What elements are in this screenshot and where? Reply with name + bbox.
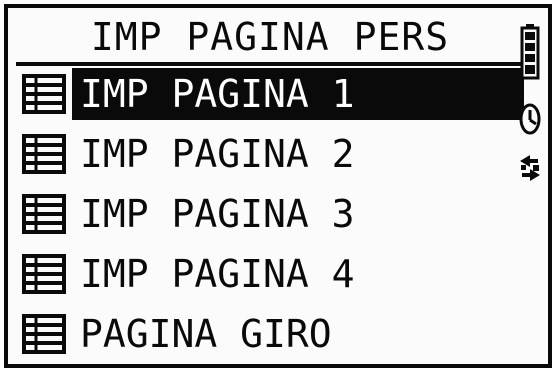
menu-item-imp-pagina-1[interactable]: IMP PAGINA 1 [16,66,524,122]
menu-item-label: IMP PAGINA 3 [80,192,355,236]
menu-item-label: IMP PAGINA 1 [72,68,524,120]
battery-icon [520,24,540,80]
lcd-screen: IMP PAGINA PERS IMP PAGINA 1 IMP PAGINA … [4,4,552,368]
page-layout-icon [22,74,66,114]
page-layout-icon [22,254,66,294]
page-layout-icon [22,314,66,354]
menu-item-label: IMP PAGINA 2 [80,132,355,176]
menu-item-label: PAGINA GIRO [80,312,332,356]
menu-item-imp-pagina-4[interactable]: IMP PAGINA 4 [16,246,524,302]
menu-item-pagina-giro[interactable]: PAGINA GIRO [16,306,524,362]
page-layout-icon [22,134,66,174]
menu-item-label: IMP PAGINA 4 [80,252,355,296]
swap-arrows-icon [520,155,540,181]
menu-item-imp-pagina-2[interactable]: IMP PAGINA 2 [16,126,524,182]
menu-item-imp-pagina-3[interactable]: IMP PAGINA 3 [16,186,524,242]
clock-icon [519,103,541,135]
menu-list: IMP PAGINA 1 IMP PAGINA 2 IMP PAGINA 3 I… [16,66,524,366]
page-title: IMP PAGINA PERS [16,12,524,66]
page-layout-icon [22,194,66,234]
status-column [518,24,542,224]
